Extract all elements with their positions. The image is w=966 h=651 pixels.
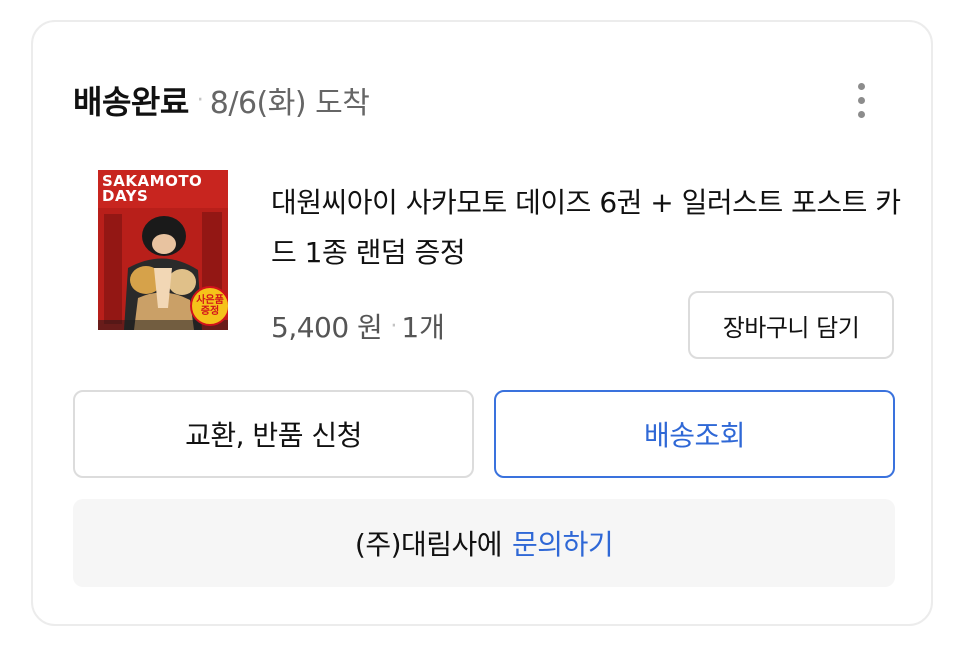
seller-inquiry-bar: (주)대림사에 문의하기 [73, 499, 895, 587]
arrival-date: 8/6(화) 도착 [209, 86, 370, 121]
gift-badge: 사은품 증정 [190, 286, 228, 326]
more-vertical-icon-dot [857, 110, 865, 118]
inquiry-link[interactable]: 문의하기 [512, 523, 614, 563]
product-cover-image[interactable]: SAKAMOTO DAYS 사은품 증정 [98, 170, 228, 330]
cover-title: SAKAMOTO DAYS [102, 174, 224, 204]
product-title[interactable]: 대원씨아이 사카모토 데이즈 6권 + 일러스트 포스트 카드 1종 랜덤 증정 [271, 178, 901, 278]
order-header: 배송완료 · 8/6(화) 도착 [73, 78, 370, 122]
gift-badge-line: 사은품 [196, 295, 224, 306]
header-separator: · [196, 87, 204, 113]
order-card: 배송완료 · 8/6(화) 도착 SAKAMOTO DAYS 사은품 증정 대원… [31, 20, 933, 626]
exchange-return-button[interactable]: 교환, 반품 신청 [73, 390, 474, 478]
add-to-cart-button[interactable]: 장바구니 담기 [688, 291, 894, 359]
more-options-button[interactable] [841, 74, 881, 126]
product-quantity: 1개 [401, 311, 445, 344]
seller-name: (주)대림사에 [354, 528, 503, 561]
cover-title-line: DAYS [102, 187, 149, 205]
more-vertical-icon [857, 82, 865, 90]
product-price: 5,400 원 [271, 311, 383, 344]
track-delivery-button[interactable]: 배송조회 [494, 390, 895, 478]
gift-badge-line: 증정 [200, 306, 220, 317]
more-vertical-icon-dot [857, 96, 865, 104]
price-row: 5,400 원 · 1개 [271, 304, 445, 348]
delivery-status: 배송완료 [73, 83, 189, 121]
price-separator: · [390, 313, 398, 339]
